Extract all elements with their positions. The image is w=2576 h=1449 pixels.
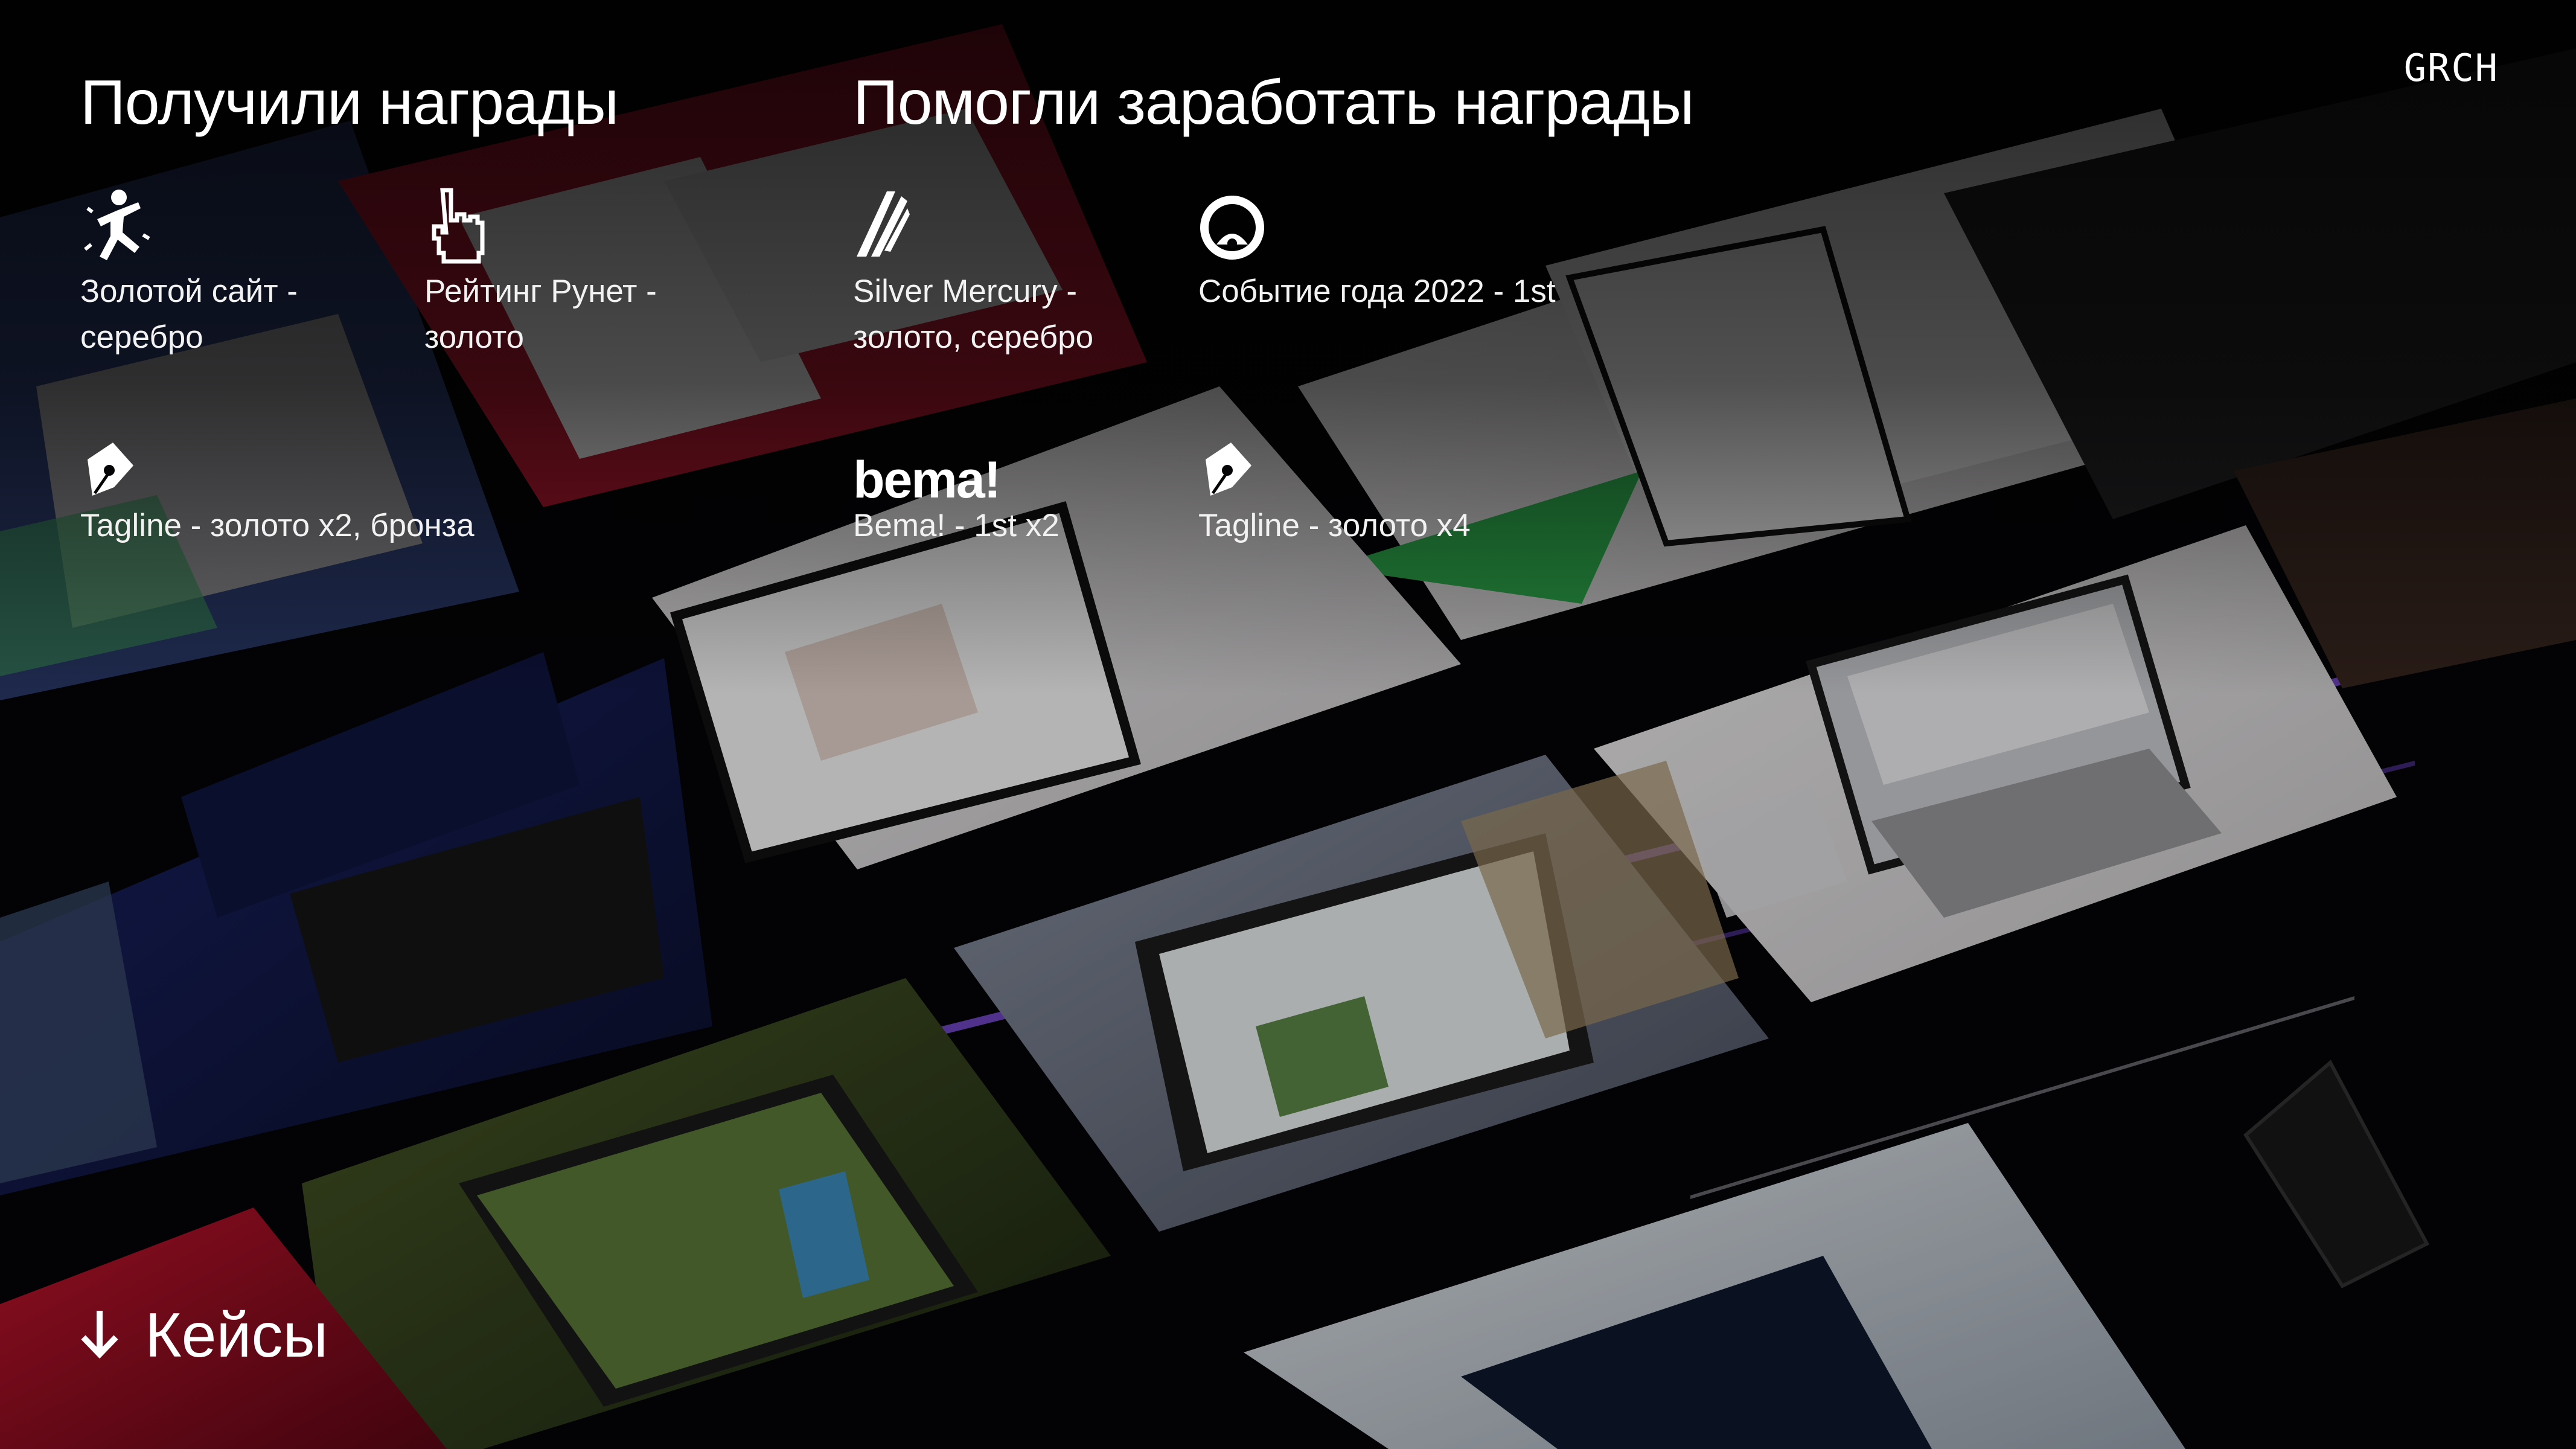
helped-awards-heading: Помогли заработать награды (853, 68, 1695, 138)
award-label-line2: серебро (80, 319, 203, 355)
award-silver-mercury: Silver Mercury - золото, серебро (853, 184, 1191, 360)
award-bema: bema! Bema! - 1st x2 (853, 438, 1191, 549)
award-tagline-helped: Tagline - золото x4 (1198, 438, 1536, 549)
cases-link[interactable]: Кейсы (78, 1304, 328, 1367)
award-label-line2: золото, серебро (853, 319, 1094, 355)
grch-logo[interactable]: GRCH (2404, 46, 2499, 90)
award-event-of-year: Событие года 2022 - 1st (1198, 184, 1556, 315)
award-runet-rating: Рейтинг Рунет - золото (424, 184, 762, 360)
received-awards-heading: Получили награды (80, 68, 619, 138)
award-golden-site: Золотой сайт - серебро (80, 184, 418, 360)
award-label-line1: Tagline - золото x2, бронза (80, 508, 475, 543)
pointer-hand-icon (424, 184, 762, 269)
award-label-line1: Bema! - 1st x2 (853, 508, 1059, 543)
award-label-line1: Рейтинг Рунет - (424, 273, 657, 309)
award-label-line1: Tagline - золото x4 (1198, 508, 1471, 543)
award-label-line2: золото (424, 319, 525, 355)
silver-mercury-icon (853, 184, 1191, 269)
arrow-down-icon (78, 1307, 121, 1364)
cases-link-label: Кейсы (145, 1300, 328, 1371)
award-label-line1: Событие года 2022 - 1st (1198, 273, 1556, 309)
event-of-year-icon (1198, 184, 1536, 269)
golden-site-icon (80, 184, 418, 269)
award-label-line1: Золотой сайт - (80, 273, 298, 309)
award-label-line1: Silver Mercury - (853, 273, 1078, 309)
award-tagline-received: Tagline - золото x2, бронза (80, 438, 475, 549)
